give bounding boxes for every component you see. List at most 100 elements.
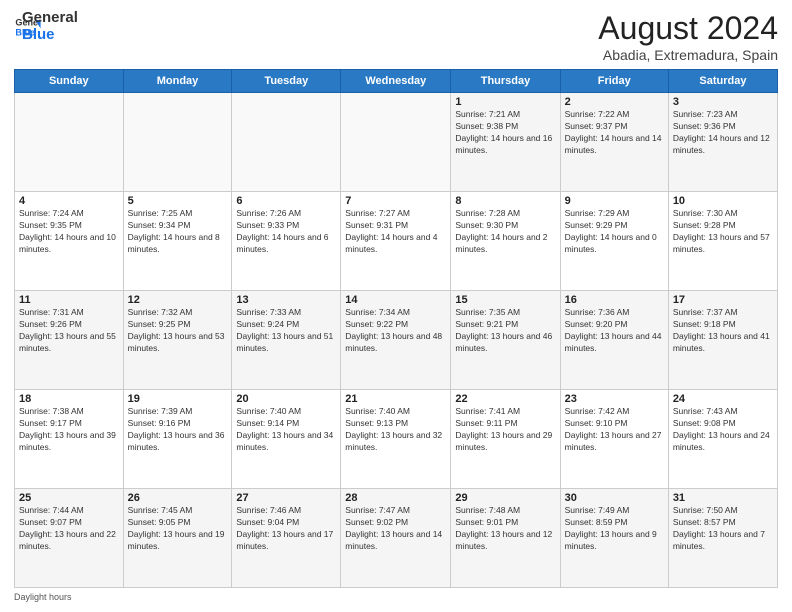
day-number: 30 <box>565 492 664 504</box>
day-number: 6 <box>236 195 336 207</box>
day-info: Sunrise: 7:33 AMSunset: 9:24 PMDaylight:… <box>236 307 336 355</box>
day-info: Sunrise: 7:50 AMSunset: 8:57 PMDaylight:… <box>673 505 773 553</box>
day-cell: 20Sunrise: 7:40 AMSunset: 9:14 PMDayligh… <box>232 390 341 489</box>
day-cell: 27Sunrise: 7:46 AMSunset: 9:04 PMDayligh… <box>232 489 341 588</box>
weekday-header-monday: Monday <box>123 70 232 93</box>
day-info: Sunrise: 7:47 AMSunset: 9:02 PMDaylight:… <box>345 505 446 553</box>
day-number: 22 <box>455 393 555 405</box>
day-number: 13 <box>236 294 336 306</box>
day-info: Sunrise: 7:23 AMSunset: 9:36 PMDaylight:… <box>673 109 773 157</box>
day-info: Sunrise: 7:34 AMSunset: 9:22 PMDaylight:… <box>345 307 446 355</box>
weekday-header-tuesday: Tuesday <box>232 70 341 93</box>
day-cell: 23Sunrise: 7:42 AMSunset: 9:10 PMDayligh… <box>560 390 668 489</box>
day-cell: 14Sunrise: 7:34 AMSunset: 9:22 PMDayligh… <box>341 291 451 390</box>
week-row-3: 11Sunrise: 7:31 AMSunset: 9:26 PMDayligh… <box>15 291 778 390</box>
day-cell: 22Sunrise: 7:41 AMSunset: 9:11 PMDayligh… <box>451 390 560 489</box>
day-number: 26 <box>128 492 228 504</box>
day-cell: 7Sunrise: 7:27 AMSunset: 9:31 PMDaylight… <box>341 192 451 291</box>
daylight-label: Daylight hours <box>14 592 72 602</box>
day-number: 19 <box>128 393 228 405</box>
day-number: 21 <box>345 393 446 405</box>
day-number: 16 <box>565 294 664 306</box>
day-number: 8 <box>455 195 555 207</box>
day-cell: 13Sunrise: 7:33 AMSunset: 9:24 PMDayligh… <box>232 291 341 390</box>
calendar-table: SundayMondayTuesdayWednesdayThursdayFrid… <box>14 69 778 588</box>
day-number: 27 <box>236 492 336 504</box>
day-number: 17 <box>673 294 773 306</box>
weekday-header-thursday: Thursday <box>451 70 560 93</box>
day-cell: 30Sunrise: 7:49 AMSunset: 8:59 PMDayligh… <box>560 489 668 588</box>
day-info: Sunrise: 7:31 AMSunset: 9:26 PMDaylight:… <box>19 307 119 355</box>
day-cell: 24Sunrise: 7:43 AMSunset: 9:08 PMDayligh… <box>668 390 777 489</box>
day-info: Sunrise: 7:22 AMSunset: 9:37 PMDaylight:… <box>565 109 664 157</box>
day-number: 23 <box>565 393 664 405</box>
weekday-header-sunday: Sunday <box>15 70 124 93</box>
day-cell: 17Sunrise: 7:37 AMSunset: 9:18 PMDayligh… <box>668 291 777 390</box>
day-cell: 1Sunrise: 7:21 AMSunset: 9:38 PMDaylight… <box>451 93 560 192</box>
day-number: 25 <box>19 492 119 504</box>
footer-note: Daylight hours <box>14 592 778 602</box>
day-number: 10 <box>673 195 773 207</box>
day-number: 29 <box>455 492 555 504</box>
day-number: 15 <box>455 294 555 306</box>
day-info: Sunrise: 7:49 AMSunset: 8:59 PMDaylight:… <box>565 505 664 553</box>
day-info: Sunrise: 7:41 AMSunset: 9:11 PMDaylight:… <box>455 406 555 454</box>
day-cell: 19Sunrise: 7:39 AMSunset: 9:16 PMDayligh… <box>123 390 232 489</box>
day-cell <box>341 93 451 192</box>
day-cell: 5Sunrise: 7:25 AMSunset: 9:34 PMDaylight… <box>123 192 232 291</box>
day-info: Sunrise: 7:35 AMSunset: 9:21 PMDaylight:… <box>455 307 555 355</box>
day-number: 3 <box>673 96 773 108</box>
day-cell <box>123 93 232 192</box>
logo: General Blue General Blue <box>14 10 78 43</box>
day-info: Sunrise: 7:48 AMSunset: 9:01 PMDaylight:… <box>455 505 555 553</box>
day-cell: 31Sunrise: 7:50 AMSunset: 8:57 PMDayligh… <box>668 489 777 588</box>
title-block: August 2024 Abadia, Extremadura, Spain <box>598 10 778 63</box>
day-cell: 25Sunrise: 7:44 AMSunset: 9:07 PMDayligh… <box>15 489 124 588</box>
day-number: 31 <box>673 492 773 504</box>
day-info: Sunrise: 7:30 AMSunset: 9:28 PMDaylight:… <box>673 208 773 256</box>
header: General Blue General Blue August 2024 Ab… <box>14 10 778 63</box>
day-info: Sunrise: 7:28 AMSunset: 9:30 PMDaylight:… <box>455 208 555 256</box>
weekday-header-friday: Friday <box>560 70 668 93</box>
day-cell: 15Sunrise: 7:35 AMSunset: 9:21 PMDayligh… <box>451 291 560 390</box>
day-number: 5 <box>128 195 228 207</box>
logo-general-text: General <box>22 10 78 27</box>
location: Abadia, Extremadura, Spain <box>598 47 778 63</box>
weekday-header-wednesday: Wednesday <box>341 70 451 93</box>
day-number: 12 <box>128 294 228 306</box>
week-row-4: 18Sunrise: 7:38 AMSunset: 9:17 PMDayligh… <box>15 390 778 489</box>
day-info: Sunrise: 7:46 AMSunset: 9:04 PMDaylight:… <box>236 505 336 553</box>
day-info: Sunrise: 7:40 AMSunset: 9:13 PMDaylight:… <box>345 406 446 454</box>
day-info: Sunrise: 7:45 AMSunset: 9:05 PMDaylight:… <box>128 505 228 553</box>
day-cell: 26Sunrise: 7:45 AMSunset: 9:05 PMDayligh… <box>123 489 232 588</box>
day-info: Sunrise: 7:26 AMSunset: 9:33 PMDaylight:… <box>236 208 336 256</box>
day-number: 7 <box>345 195 446 207</box>
day-info: Sunrise: 7:21 AMSunset: 9:38 PMDaylight:… <box>455 109 555 157</box>
day-cell: 29Sunrise: 7:48 AMSunset: 9:01 PMDayligh… <box>451 489 560 588</box>
day-number: 4 <box>19 195 119 207</box>
day-info: Sunrise: 7:44 AMSunset: 9:07 PMDaylight:… <box>19 505 119 553</box>
day-number: 2 <box>565 96 664 108</box>
day-number: 24 <box>673 393 773 405</box>
day-cell: 6Sunrise: 7:26 AMSunset: 9:33 PMDaylight… <box>232 192 341 291</box>
day-info: Sunrise: 7:36 AMSunset: 9:20 PMDaylight:… <box>565 307 664 355</box>
day-cell: 28Sunrise: 7:47 AMSunset: 9:02 PMDayligh… <box>341 489 451 588</box>
day-number: 1 <box>455 96 555 108</box>
weekday-header-saturday: Saturday <box>668 70 777 93</box>
day-info: Sunrise: 7:24 AMSunset: 9:35 PMDaylight:… <box>19 208 119 256</box>
day-info: Sunrise: 7:25 AMSunset: 9:34 PMDaylight:… <box>128 208 228 256</box>
day-number: 14 <box>345 294 446 306</box>
day-info: Sunrise: 7:27 AMSunset: 9:31 PMDaylight:… <box>345 208 446 256</box>
day-cell: 2Sunrise: 7:22 AMSunset: 9:37 PMDaylight… <box>560 93 668 192</box>
day-cell: 21Sunrise: 7:40 AMSunset: 9:13 PMDayligh… <box>341 390 451 489</box>
day-number: 18 <box>19 393 119 405</box>
day-cell: 9Sunrise: 7:29 AMSunset: 9:29 PMDaylight… <box>560 192 668 291</box>
day-info: Sunrise: 7:42 AMSunset: 9:10 PMDaylight:… <box>565 406 664 454</box>
week-row-1: 1Sunrise: 7:21 AMSunset: 9:38 PMDaylight… <box>15 93 778 192</box>
day-cell: 8Sunrise: 7:28 AMSunset: 9:30 PMDaylight… <box>451 192 560 291</box>
day-cell: 10Sunrise: 7:30 AMSunset: 9:28 PMDayligh… <box>668 192 777 291</box>
day-cell: 3Sunrise: 7:23 AMSunset: 9:36 PMDaylight… <box>668 93 777 192</box>
day-cell <box>15 93 124 192</box>
day-cell: 11Sunrise: 7:31 AMSunset: 9:26 PMDayligh… <box>15 291 124 390</box>
day-number: 28 <box>345 492 446 504</box>
